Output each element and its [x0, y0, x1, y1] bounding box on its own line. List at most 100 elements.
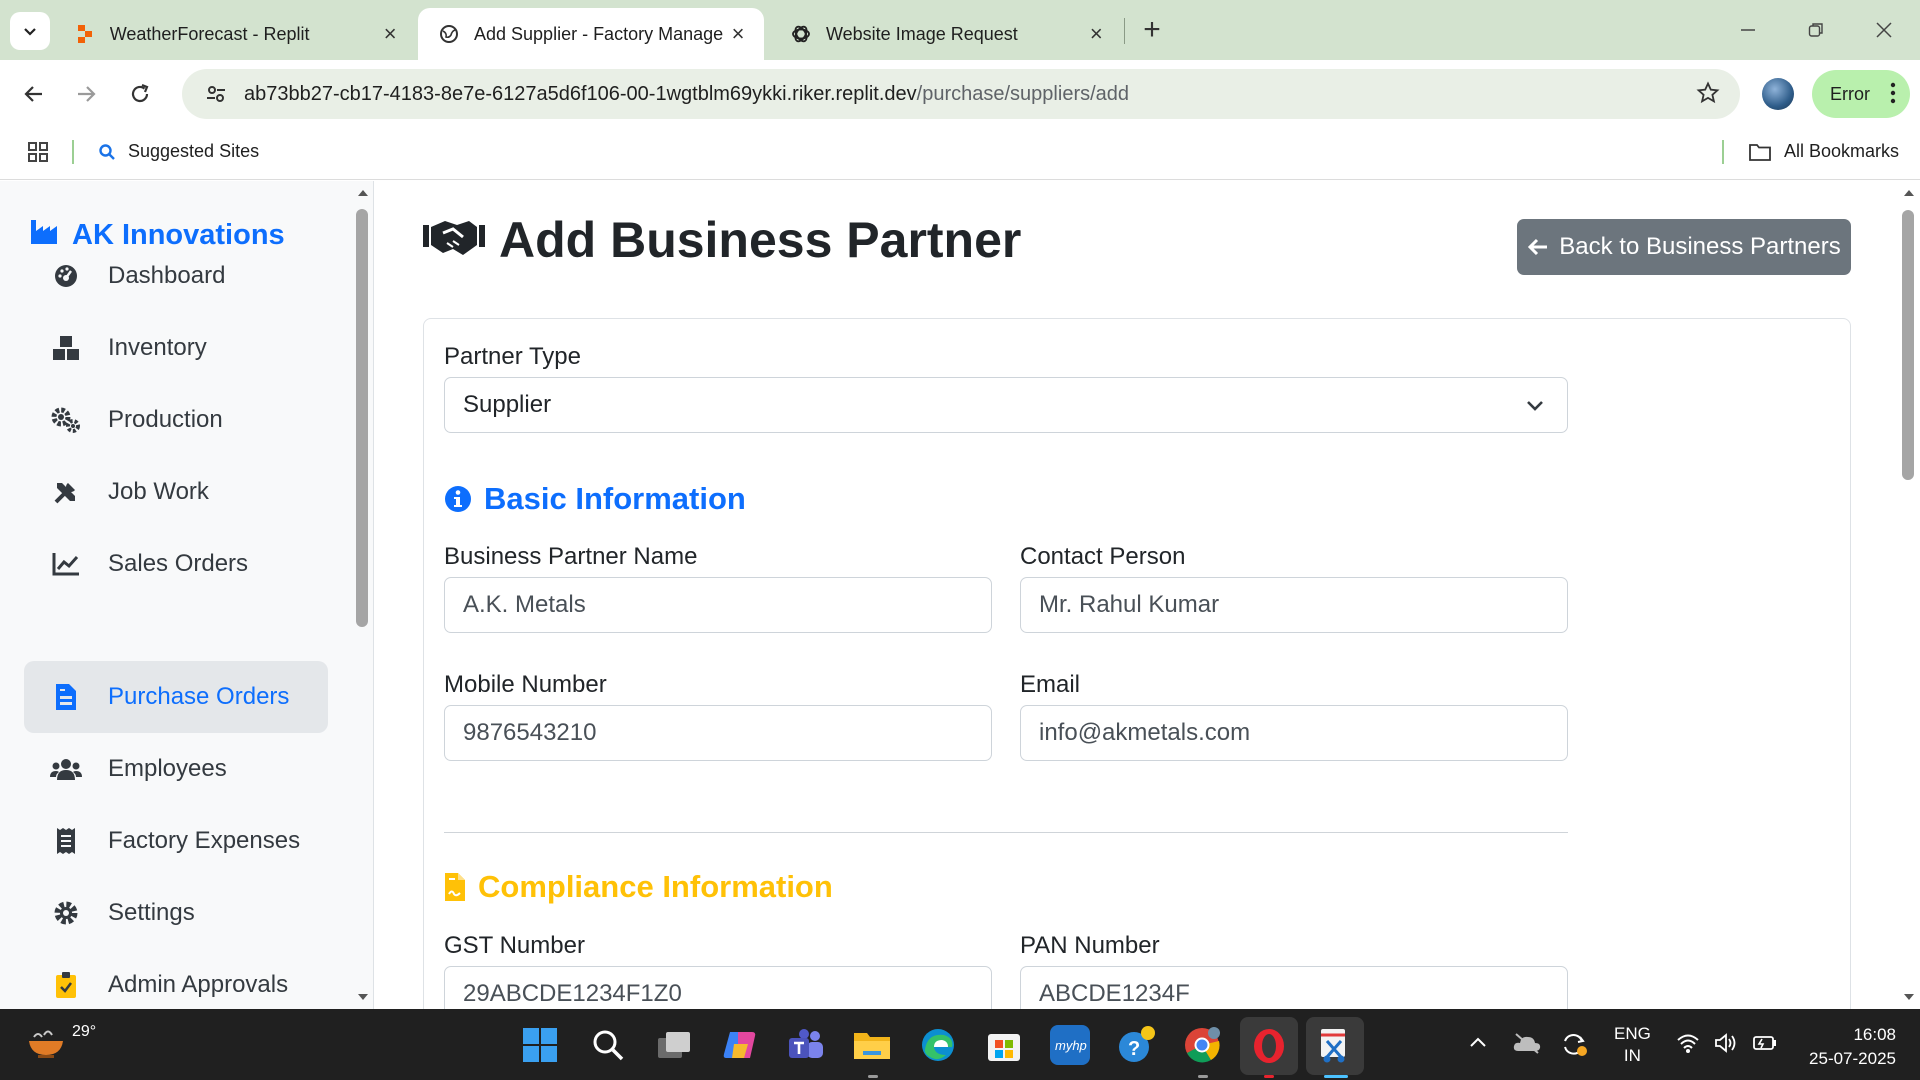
battery-icon [1753, 1036, 1776, 1050]
sidebar-item-label: Purchase Orders [108, 683, 290, 710]
taskbar-file-explorer[interactable] [852, 1025, 892, 1065]
svg-text:?: ? [1128, 1038, 1140, 1060]
opera-icon [1254, 1029, 1284, 1063]
cogs-icon [50, 407, 82, 433]
back-to-partners-button[interactable]: Back to Business Partners [1517, 219, 1851, 275]
profile-avatar[interactable] [1762, 78, 1794, 110]
start-button[interactable] [520, 1025, 560, 1065]
sidebar-item-inventory[interactable]: Inventory [24, 312, 328, 384]
onedrive-icon[interactable] [1512, 1031, 1542, 1060]
gst-number-input[interactable]: 29ABCDE1234F1Z0 [444, 966, 992, 1009]
sidebar-item-job-work[interactable]: Job Work [24, 456, 328, 528]
sidebar-item-label: Job Work [108, 478, 209, 505]
mobile-number-label: Mobile Number [444, 671, 607, 698]
tab-search-button[interactable] [10, 12, 50, 50]
running-indicator [868, 1075, 878, 1078]
taskbar-snipping-tool[interactable] [1306, 1017, 1364, 1075]
input-value: A.K. Metals [463, 591, 586, 618]
search-icon [99, 143, 115, 160]
email-input[interactable]: info@akmetals.com [1020, 705, 1568, 761]
folder-icon [854, 1033, 890, 1059]
taskbar-opera[interactable] [1240, 1017, 1298, 1075]
bookmark-star-icon[interactable] [1696, 81, 1720, 110]
sidebar-item-settings[interactable]: Settings [24, 877, 328, 949]
sidebar-item-employees[interactable]: Employees [24, 733, 328, 805]
sidebar-item-factory-expenses[interactable]: Factory Expenses [24, 805, 328, 877]
sidebar-item-admin-approvals[interactable]: Admin Approvals [24, 949, 328, 1009]
taskbar-store[interactable] [984, 1025, 1024, 1065]
email-label: Email [1020, 671, 1081, 698]
reload-button[interactable] [120, 74, 160, 114]
browser-toolbar: ab73bb27-cb17-4183-8e7e-6127a5d6f106-00-… [0, 60, 1920, 126]
taskbar-edge[interactable] [918, 1025, 958, 1065]
weather-widget[interactable]: 29° [26, 1023, 96, 1059]
system-tray-status[interactable] [1676, 1031, 1778, 1055]
replit-icon [74, 23, 96, 45]
address-bar[interactable]: ab73bb27-cb17-4183-8e7e-6127a5d6f106-00-… [182, 69, 1740, 119]
arrow-left-icon [24, 86, 42, 102]
restore-icon [1808, 23, 1823, 37]
language-region: IN [1623, 1046, 1641, 1065]
pan-number-input[interactable]: ABCDE1234F [1020, 966, 1568, 1009]
task-view-button[interactable] [654, 1025, 694, 1065]
close-tab-icon[interactable]: × [724, 20, 752, 48]
tab-separator [1124, 18, 1125, 44]
input-value: Mr. Rahul Kumar [1039, 591, 1220, 618]
minimize-button[interactable] [1718, 10, 1778, 50]
bookmark-suggested-sites[interactable]: Suggested Sites [98, 141, 259, 162]
volume-icon [1715, 1033, 1736, 1053]
sidebar-item-dashboard[interactable]: Dashboard [24, 240, 328, 312]
taskbar-chrome[interactable] [1182, 1025, 1222, 1065]
taskbar-search-button[interactable] [588, 1025, 628, 1065]
partner-type-select[interactable]: Supplier [444, 377, 1568, 433]
gst-number-label: GST Number [444, 932, 585, 959]
taskbar-copilot[interactable] [720, 1025, 760, 1065]
taskbar-get-help[interactable]: ? [1116, 1025, 1156, 1065]
restore-button[interactable] [1786, 10, 1846, 50]
browser-error-button[interactable]: Error [1812, 70, 1910, 118]
chart-line-icon [50, 552, 82, 576]
sidebar-item-purchase-orders[interactable]: Purchase Orders [24, 661, 328, 733]
language-indicator[interactable]: ENG IN [1614, 1023, 1651, 1067]
url-host: ab73bb27-cb17-4183-8e7e-6127a5d6f106-00-… [244, 82, 917, 105]
running-indicator [1324, 1075, 1348, 1078]
new-tab-button[interactable]: + [1136, 12, 1168, 48]
bookmark-label: Suggested Sites [128, 141, 260, 161]
taskbar-teams[interactable] [786, 1025, 826, 1065]
tab-weatherforecast[interactable]: WeatherForecast - Replit × [54, 8, 404, 60]
url-text: ab73bb27-cb17-4183-8e7e-6127a5d6f106-00-… [244, 83, 1129, 106]
tab-website-image-request[interactable]: Website Image Request × [770, 8, 1110, 60]
info-circle-icon [445, 486, 471, 512]
main-scroll-thumb[interactable] [1902, 210, 1914, 480]
sidebar-item-label: Admin Approvals [108, 971, 289, 998]
page-title-text: Add Business Partner [499, 212, 1022, 268]
site-settings-icon[interactable] [196, 83, 236, 105]
windows-icon [523, 1028, 557, 1062]
tab-add-supplier[interactable]: Add Supplier - Factory Management × [418, 8, 764, 60]
sync-icon[interactable] [1560, 1031, 1588, 1062]
close-tab-icon[interactable]: × [1083, 20, 1110, 48]
copilot-icon [723, 1032, 756, 1058]
clipboard-check-icon [50, 971, 82, 999]
section-title: Compliance Information [478, 869, 833, 904]
sidebar-scroll-thumb[interactable] [356, 209, 368, 627]
clock[interactable]: 16:08 25-07-2025 [1796, 1023, 1896, 1071]
all-bookmarks-button[interactable]: All Bookmarks [1748, 141, 1899, 162]
input-value: ABCDE1234F [1039, 980, 1190, 1007]
sidebar-item-sales-orders[interactable]: Sales Orders [24, 528, 328, 600]
business-name-input[interactable]: A.K. Metals [444, 577, 992, 633]
close-tab-icon[interactable]: × [376, 20, 404, 48]
mobile-number-input[interactable]: 9876543210 [444, 705, 992, 761]
svg-text:myhp: myhp [1055, 1038, 1087, 1053]
forward-nav-button[interactable] [66, 74, 106, 114]
close-window-button[interactable] [1854, 10, 1914, 50]
back-nav-button[interactable] [14, 74, 54, 114]
apps-grid-icon[interactable] [26, 140, 50, 169]
contact-person-input[interactable]: Mr. Rahul Kumar [1020, 577, 1568, 633]
sidebar-item-production[interactable]: Production [24, 384, 328, 456]
chevron-up-icon [1470, 1037, 1486, 1047]
taskbar-myhp[interactable]: myhp [1050, 1025, 1090, 1065]
file-contract-icon [445, 873, 465, 901]
browser-tab-bar: WeatherForecast - Replit × Add Supplier … [0, 0, 1920, 60]
show-hidden-icons-button[interactable] [1468, 1033, 1488, 1058]
